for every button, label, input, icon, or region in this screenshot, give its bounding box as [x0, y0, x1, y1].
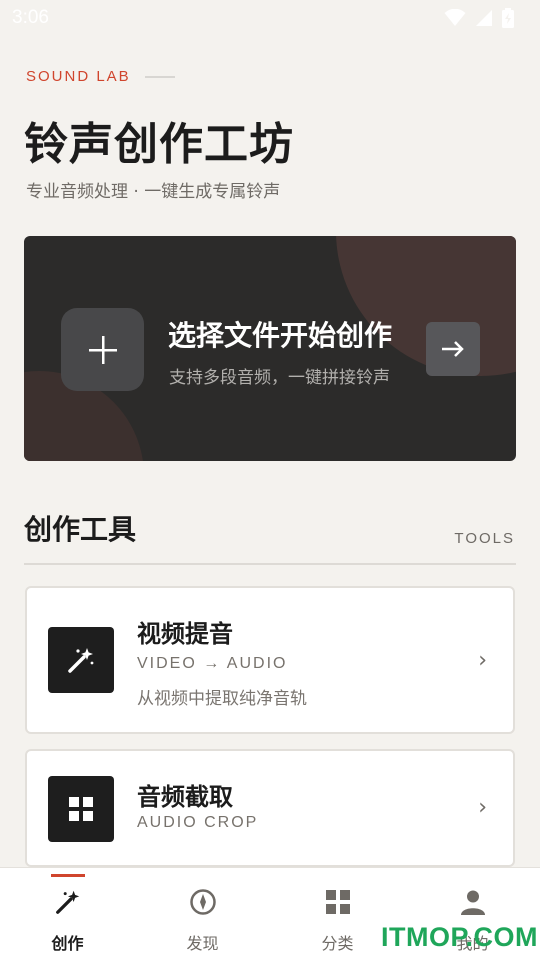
- section-tag: TOOLS: [454, 530, 515, 547]
- select-file-card[interactable]: 选择文件开始创作 支持多段音频，一键拼接铃声: [24, 236, 516, 461]
- nav-active-indicator: [50, 874, 85, 877]
- tool-english-name: VIDEO → AUDIO: [137, 655, 288, 672]
- section-title: 创作工具: [24, 513, 137, 546]
- status-bar: 3:06: [0, 0, 540, 36]
- chevron-right-icon: ›: [478, 648, 487, 673]
- grid-icon: [325, 886, 351, 918]
- tool-name: 视频提音: [137, 620, 233, 648]
- grid-icon: [69, 797, 93, 821]
- compass-icon: [189, 886, 217, 918]
- page-title: 铃声创作工坊: [24, 119, 294, 170]
- nav-label: 创作: [51, 934, 84, 953]
- plus-icon: [88, 335, 117, 364]
- hero-subtitle: 支持多段音频，一键拼接铃声: [169, 368, 390, 388]
- hero-title: 选择文件开始创作: [168, 319, 393, 352]
- watermark-logo: ITMOP.COM: [381, 922, 539, 952]
- chevron-right-icon: ›: [478, 795, 487, 820]
- brand-eyebrow-text: SOUND LAB: [26, 68, 131, 85]
- tool-name: 音频截取: [137, 783, 233, 811]
- nav-label: 分类: [321, 934, 354, 953]
- tool-icon-box: [48, 627, 114, 693]
- add-file-button[interactable]: [61, 308, 144, 391]
- tool-english-name: AUDIO CROP: [137, 814, 259, 831]
- nav-label: 发现: [186, 934, 219, 953]
- start-arrow-button[interactable]: [426, 322, 480, 376]
- eyebrow-divider: [144, 75, 175, 78]
- signal-icon: [476, 10, 492, 26]
- status-icons: [444, 8, 514, 28]
- magic-wand-icon: [68, 648, 94, 673]
- section-divider: [24, 563, 516, 565]
- tool-card-audio-crop[interactable]: 音频截取 AUDIO CROP ›: [25, 749, 515, 867]
- brand-eyebrow: SOUND LAB: [26, 68, 175, 85]
- nav-item-create[interactable]: 创作: [0, 868, 135, 960]
- page-subtitle: 专业音频处理 · 一键生成专属铃声: [26, 182, 281, 202]
- tool-card-video-extract[interactable]: 视频提音 VIDEO → AUDIO 从视频中提取纯净音轨 ›: [25, 586, 515, 734]
- arrow-right-icon: [442, 341, 464, 357]
- battery-icon: [502, 8, 514, 28]
- tool-icon-box: [48, 776, 114, 842]
- nav-item-discover[interactable]: 发现: [135, 868, 270, 960]
- tool-description: 从视频中提取纯净音轨: [137, 689, 307, 709]
- person-icon: [460, 886, 486, 918]
- magic-wand-icon: [54, 886, 82, 918]
- status-time: 3:06: [12, 7, 49, 28]
- wifi-icon: [444, 9, 466, 26]
